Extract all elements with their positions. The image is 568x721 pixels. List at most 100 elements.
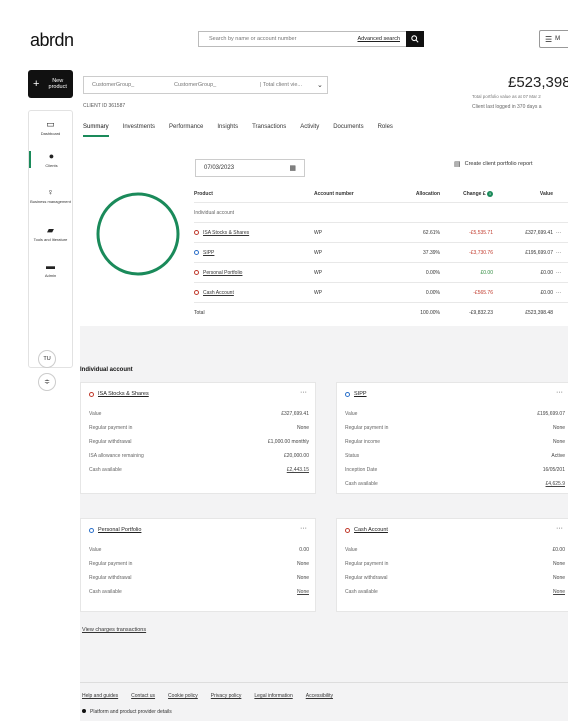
sidebar-item-label: Dashboard bbox=[40, 131, 61, 136]
account-card-isa: ISA Stocks & Shares ··· Value £327,699.41… bbox=[80, 382, 316, 494]
row-key: Cash available bbox=[345, 481, 378, 487]
total-change: -£9,832.23 bbox=[469, 310, 493, 316]
row-value-link[interactable]: None bbox=[553, 589, 565, 595]
card-row: Value £195,699.07 bbox=[345, 411, 565, 417]
tab-roles[interactable]: Roles bbox=[378, 124, 393, 137]
more-button[interactable]: ··· bbox=[556, 230, 561, 236]
card-row: Regular payment in None bbox=[89, 561, 309, 567]
row-key: Regular withdrawal bbox=[89, 575, 132, 581]
allocation-cell: 0.00% bbox=[425, 290, 440, 296]
hamburger-icon: ☰ bbox=[545, 34, 553, 44]
search-button[interactable] bbox=[406, 31, 424, 47]
new-product-button[interactable]: + New product bbox=[28, 70, 73, 98]
tab-investments[interactable]: Investments bbox=[123, 124, 155, 137]
allocation-cell: 37.39% bbox=[423, 250, 440, 256]
more-button[interactable]: ··· bbox=[300, 525, 307, 532]
card-row: Value £0.00 bbox=[345, 547, 565, 553]
view-charges-link[interactable]: View charges transactions bbox=[82, 627, 146, 633]
portfolio-value-note: Total portfolio value as at 07 Mar 2 bbox=[472, 94, 541, 99]
sidebar-item-admin[interactable]: ▬ Admin bbox=[29, 261, 72, 278]
sidebar-item-business-management[interactable]: ♀ Business management bbox=[29, 187, 72, 204]
more-button[interactable]: ··· bbox=[556, 270, 561, 276]
col-change: Change £ i bbox=[440, 191, 493, 197]
row-key: Regular payment in bbox=[345, 425, 389, 431]
divider bbox=[194, 202, 568, 203]
more-button[interactable]: ··· bbox=[556, 389, 563, 396]
row-key: Regular payment in bbox=[345, 561, 389, 567]
tab-performance[interactable]: Performance bbox=[169, 124, 203, 137]
footer-link-contact[interactable]: Contact us bbox=[131, 693, 155, 699]
tab-insights[interactable]: Insights bbox=[217, 124, 238, 137]
tab-transactions[interactable]: Transactions bbox=[252, 124, 286, 137]
more-button[interactable]: ··· bbox=[556, 290, 561, 296]
row-value-link[interactable]: None bbox=[297, 589, 309, 595]
card-row: Regular income None bbox=[345, 439, 565, 445]
footer-note[interactable]: Platform and product provider details bbox=[82, 709, 172, 715]
more-button[interactable]: ··· bbox=[300, 389, 307, 396]
account-cell: WP bbox=[314, 250, 323, 256]
date-picker[interactable]: 07/03/2023 ▦ bbox=[195, 159, 305, 177]
sidebar-item-dashboard[interactable]: ▭ Dashboard bbox=[29, 119, 72, 136]
client-selector[interactable]: CustomerGroup_ CustomerGroup_ | Total cl… bbox=[83, 76, 328, 94]
menu-button[interactable]: ☰ M bbox=[539, 30, 568, 48]
sidebar-item-label: Tools and literature bbox=[33, 237, 68, 242]
search-icon bbox=[411, 35, 419, 43]
footer-note-text: Platform and product provider details bbox=[90, 709, 172, 715]
card-title-link[interactable]: ISA Stocks & Shares bbox=[98, 391, 149, 397]
card-title-link[interactable]: Cash Account bbox=[354, 527, 388, 533]
advanced-search-link[interactable]: Advanced search bbox=[358, 36, 401, 42]
product-link[interactable]: ISA Stocks & Shares bbox=[203, 230, 249, 236]
change-cell: -£565.76 bbox=[473, 290, 493, 296]
more-button[interactable]: ··· bbox=[556, 250, 561, 256]
user-avatar[interactable]: TU bbox=[38, 350, 56, 368]
tab-documents[interactable]: Documents bbox=[333, 124, 363, 137]
tab-activity[interactable]: Activity bbox=[300, 124, 319, 137]
create-report-label: Create client portfolio report bbox=[464, 161, 533, 167]
group-label-text: Individual account bbox=[194, 210, 235, 216]
account-cell: WP bbox=[314, 290, 323, 296]
card-title-link[interactable]: Personal Portfolio bbox=[98, 527, 141, 533]
footer-link-accessibility[interactable]: Accessibility bbox=[306, 693, 333, 699]
card-header: Cash Account bbox=[345, 527, 388, 533]
row-value: None bbox=[553, 575, 565, 581]
sidebar-item-clients[interactable]: ● Clients bbox=[29, 151, 72, 168]
summary-card: 07/03/2023 ▦ ▤ Create client portfolio r… bbox=[80, 146, 568, 326]
abrdn-logo[interactable]: abrdn bbox=[30, 30, 74, 51]
account-cell: WP bbox=[314, 270, 323, 276]
row-key: Value bbox=[345, 411, 358, 417]
card-row: Regular withdrawal None bbox=[89, 575, 309, 581]
product-link[interactable]: Cash Account bbox=[203, 290, 234, 296]
sidebar-item-label: Admin bbox=[44, 273, 57, 278]
footer-link-privacy[interactable]: Privacy policy bbox=[211, 693, 242, 699]
row-value-link[interactable]: £2,443.15 bbox=[287, 467, 309, 473]
tab-bar: Summary Investments Performance Insights… bbox=[83, 124, 393, 137]
tab-summary[interactable]: Summary bbox=[83, 124, 109, 137]
footer-link-help[interactable]: Help and guides bbox=[82, 693, 118, 699]
card-title-link[interactable]: SIPP bbox=[354, 391, 367, 397]
product-link[interactable]: SIPP bbox=[203, 250, 214, 256]
row-value: 0.00 bbox=[299, 547, 309, 553]
row-value: £1,000.00 monthly bbox=[267, 439, 309, 445]
card-header: ISA Stocks & Shares bbox=[89, 391, 149, 397]
product-dot bbox=[345, 391, 350, 397]
change-cell: £0.00 bbox=[480, 270, 493, 276]
document-icon: ▤ bbox=[454, 161, 461, 168]
product-dot bbox=[345, 527, 350, 533]
row-value-link[interactable]: £4,625.9 bbox=[546, 481, 565, 487]
card-row: Value 0.00 bbox=[89, 547, 309, 553]
search-input[interactable] bbox=[199, 32, 358, 46]
footer-link-cookie[interactable]: Cookie policy bbox=[168, 693, 198, 699]
footer-link-legal[interactable]: Legal information bbox=[254, 693, 292, 699]
card-row: Cash available None bbox=[89, 589, 309, 595]
sidebar-item-tools[interactable]: ▰ Tools and literature bbox=[29, 225, 72, 242]
row-key: Regular payment in bbox=[89, 425, 133, 431]
more-button[interactable]: ··· bbox=[556, 525, 563, 532]
client-group-1: CustomerGroup_ bbox=[92, 82, 135, 88]
create-report-button[interactable]: ▤ Create client portfolio report bbox=[454, 160, 533, 168]
pin-icon[interactable]: ≑ bbox=[38, 373, 56, 391]
product-link[interactable]: Personal Portfolio bbox=[203, 270, 242, 276]
row-key: Value bbox=[89, 547, 102, 553]
row-value: None bbox=[553, 425, 565, 431]
top-bar: abrdn Advanced search ☰ M bbox=[0, 0, 568, 64]
total-row: Total 100.00% -£9,832.23 £523,398.48 bbox=[194, 304, 568, 322]
